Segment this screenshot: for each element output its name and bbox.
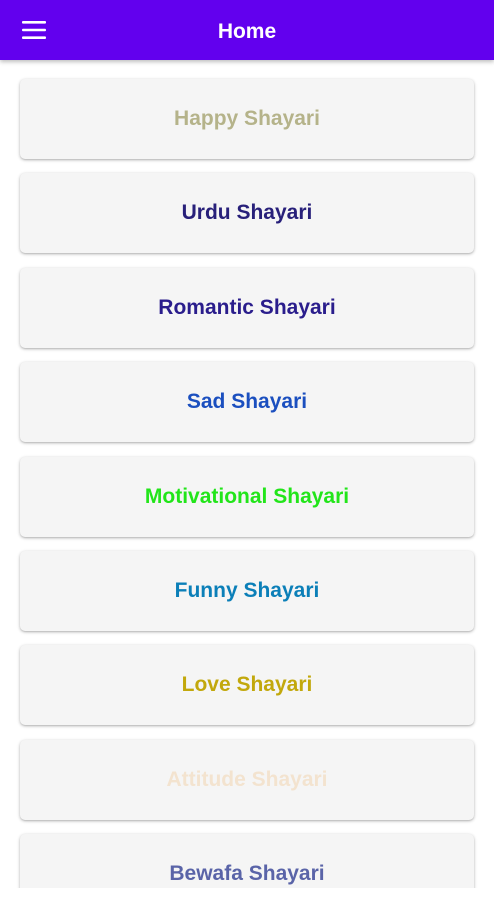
menu-button[interactable] bbox=[12, 12, 56, 48]
category-card-love[interactable]: Love Shayari bbox=[20, 645, 474, 725]
category-card-attitude[interactable]: Attitude Shayari bbox=[20, 740, 474, 820]
category-card-motivational[interactable]: Motivational Shayari bbox=[20, 457, 474, 537]
category-card-bewafa[interactable]: Bewafa Shayari bbox=[20, 834, 474, 888]
category-label: Love Shayari bbox=[181, 673, 313, 696]
category-card-sad[interactable]: Sad Shayari bbox=[20, 362, 474, 442]
page-title: Home bbox=[217, 20, 277, 43]
category-label: Funny Shayari bbox=[174, 579, 320, 602]
category-label: Happy Shayari bbox=[174, 107, 320, 130]
category-label: Romantic Shayari bbox=[158, 296, 336, 319]
category-card-romantic[interactable]: Romantic Shayari bbox=[20, 268, 474, 348]
category-list: Happy Shayari Urdu Shayari Romantic Shay… bbox=[0, 60, 494, 888]
category-label: Bewafa Shayari bbox=[169, 862, 325, 885]
category-label: Urdu Shayari bbox=[181, 201, 313, 224]
category-card-funny[interactable]: Funny Shayari bbox=[20, 551, 474, 631]
hamburger-menu-icon bbox=[22, 21, 46, 39]
category-label: Sad Shayari bbox=[186, 390, 308, 413]
category-card-urdu[interactable]: Urdu Shayari bbox=[20, 173, 474, 253]
category-label: Attitude Shayari bbox=[166, 768, 328, 791]
app-bar: Home bbox=[0, 0, 494, 60]
category-label: Motivational Shayari bbox=[144, 485, 350, 508]
system-nav-strip bbox=[0, 888, 494, 900]
category-card-happy[interactable]: Happy Shayari bbox=[20, 79, 474, 159]
